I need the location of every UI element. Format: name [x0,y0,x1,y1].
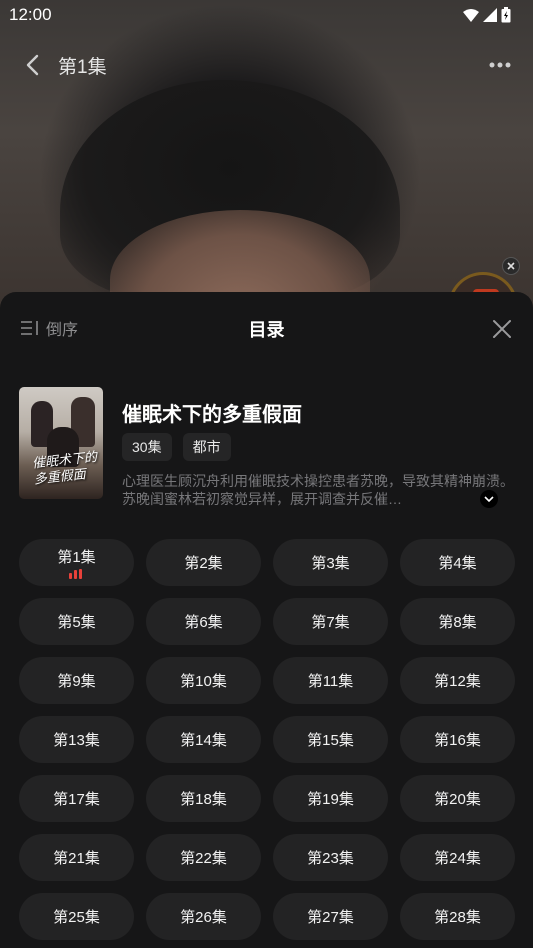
episode-button[interactable]: 第7集 [273,598,388,645]
now-playing-icon [69,569,82,579]
episode-button[interactable]: 第12集 [400,657,515,704]
episode-label: 第22集 [180,850,227,867]
episode-count-tag: 30集 [122,433,172,461]
episode-label: 第17集 [53,791,100,808]
episode-label: 第21集 [53,850,100,867]
episode-label: 第18集 [180,791,227,808]
drama-title: 催眠术下的多重假面 [122,404,302,426]
episode-button[interactable]: 第5集 [19,598,134,645]
episode-button[interactable]: 第21集 [19,834,134,881]
episode-label: 第11集 [307,673,354,690]
episode-label: 第10集 [180,673,227,690]
episode-button[interactable]: 第15集 [273,716,388,763]
episode-button[interactable]: 第10集 [146,657,261,704]
close-icon[interactable] [491,318,513,340]
episode-label: 第1集 [57,549,96,566]
episode-label: 第2集 [184,555,223,572]
wifi-icon [463,8,479,22]
episode-button[interactable]: 第22集 [146,834,261,881]
video-player[interactable] [0,0,533,350]
status-time: 12:00 [9,5,52,24]
episode-label: 第24集 [434,850,481,867]
episode-label: 第16集 [434,732,481,749]
drama-tags: 30集 都市 [122,433,231,461]
genre-tag: 都市 [182,433,231,461]
episode-button[interactable]: 第11集 [273,657,388,704]
signal-icon [483,8,497,22]
episode-list-sheet: 倒序 目录 催眠术下的多重假面 催眠术下的多重假面 30集 都市 心理医生顾沉舟… [0,292,533,948]
episode-button[interactable]: 第2集 [146,539,261,586]
nav-episode-title: 第1集 [58,57,107,78]
back-icon[interactable] [22,52,44,78]
episode-button[interactable]: 第13集 [19,716,134,763]
episode-label: 第5集 [57,614,96,631]
episode-label: 第7集 [311,614,350,631]
episode-button[interactable]: 第6集 [146,598,261,645]
drama-synopsis[interactable]: 心理医生顾沉舟利用催眠技术操控患者苏晚，导致其精神崩溃。苏晚闺蜜林若初察觉异样，… [122,472,514,508]
episode-button[interactable]: 第25集 [19,893,134,940]
episode-button[interactable]: 第23集 [273,834,388,881]
episode-button[interactable]: 第1集 [19,539,134,586]
episode-label: 第4集 [438,555,477,572]
episode-label: 第8集 [438,614,477,631]
episode-button[interactable]: 第28集 [400,893,515,940]
episode-button[interactable]: 第3集 [273,539,388,586]
episode-label: 第14集 [180,732,227,749]
episode-button[interactable]: 第26集 [146,893,261,940]
episode-grid: 第1集 第2集 第3集 第4集第5集 第6集 第7集 第8集第9集 第10集 第11集 第12集第… [19,539,515,940]
episode-label: 第12集 [434,673,481,690]
status-icons [463,7,511,23]
drama-poster: 催眠术下的多重假面 [19,387,103,499]
more-options-icon[interactable] [489,60,511,70]
episode-label: 第23集 [307,850,354,867]
episode-label: 第26集 [180,909,227,926]
episode-label: 第13集 [53,732,100,749]
episode-button[interactable]: 第8集 [400,598,515,645]
episode-button[interactable]: 第20集 [400,775,515,822]
episode-label: 第15集 [307,732,354,749]
episode-label: 第3集 [311,555,350,572]
episode-label: 第19集 [307,791,354,808]
episode-button[interactable]: 第27集 [273,893,388,940]
episode-label: 第20集 [434,791,481,808]
episode-label: 第27集 [307,909,354,926]
status-bar: 12:00 [0,0,533,30]
battery-icon [501,7,511,23]
episode-button[interactable]: 第17集 [19,775,134,822]
poster-title-art: 催眠术下的多重假面 [31,449,98,488]
episode-button[interactable]: 第18集 [146,775,261,822]
sheet-title: 目录 [248,320,285,340]
episode-button[interactable]: 第19集 [273,775,388,822]
episode-button[interactable]: 第16集 [400,716,515,763]
floating-close-icon[interactable] [502,257,520,275]
episode-label: 第28集 [434,909,481,926]
episode-label: 第25集 [53,909,100,926]
episode-label: 第9集 [57,673,96,690]
expand-synopsis-icon[interactable] [480,490,498,508]
episode-button[interactable]: 第4集 [400,539,515,586]
episode-label: 第6集 [184,614,223,631]
episode-button[interactable]: 第9集 [19,657,134,704]
episode-button[interactable]: 第24集 [400,834,515,881]
episode-button[interactable]: 第14集 [146,716,261,763]
